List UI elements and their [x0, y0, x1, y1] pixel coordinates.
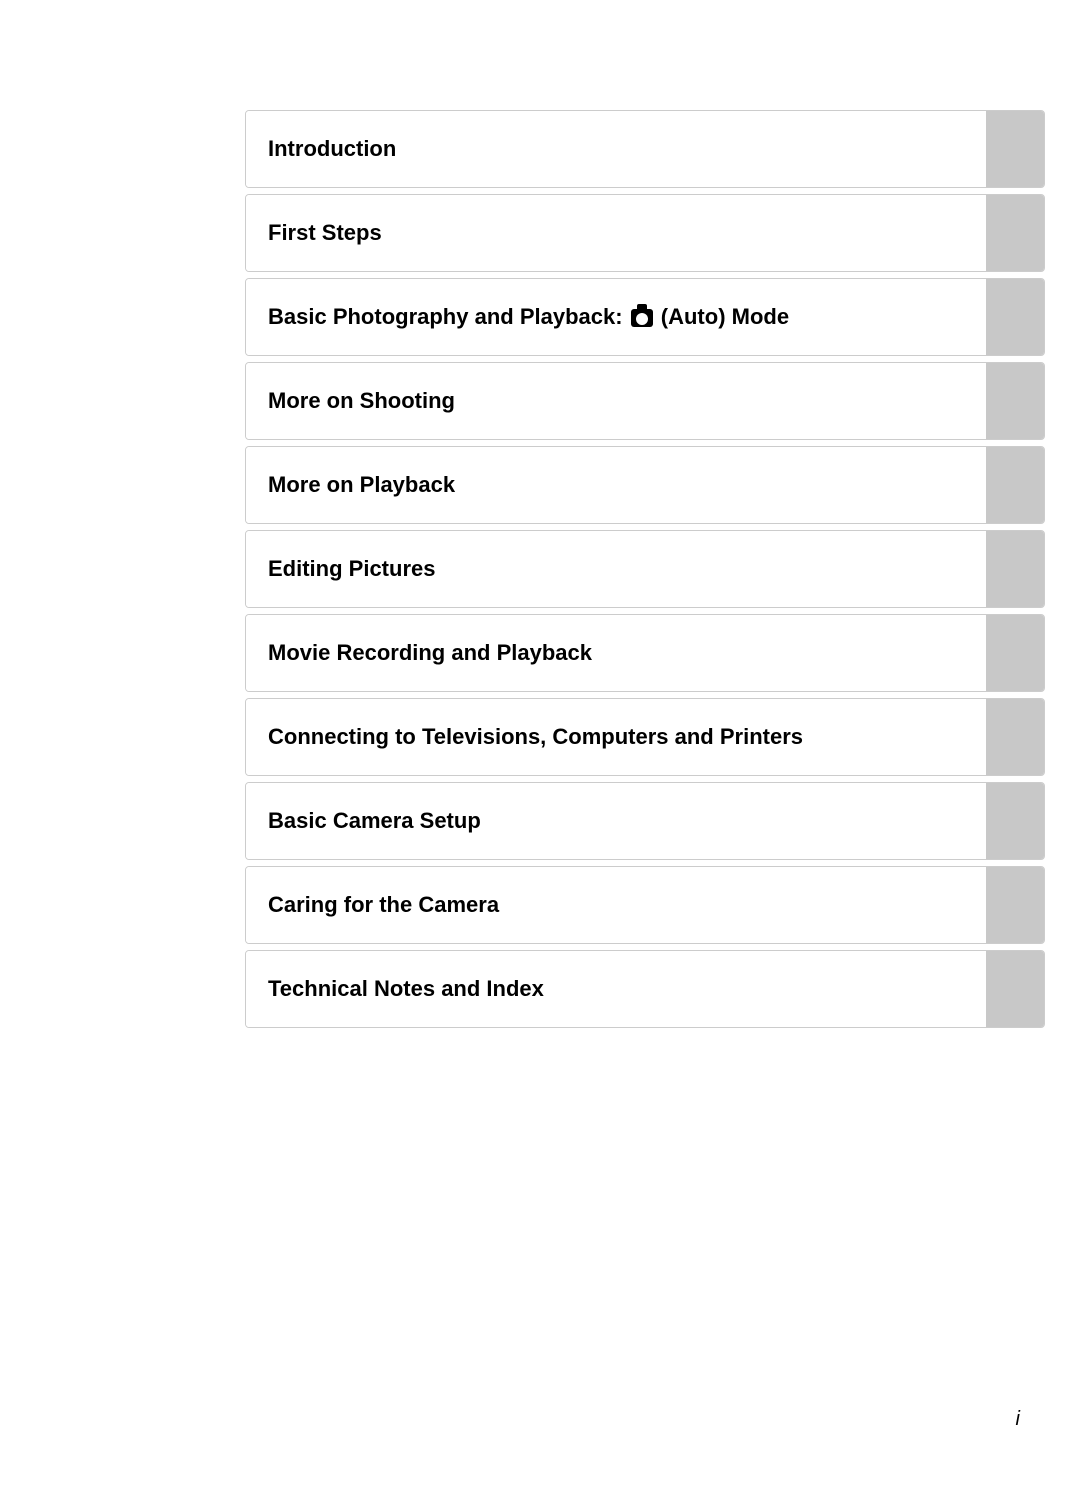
toc-tab-more-on-shooting	[986, 363, 1044, 439]
toc-label-basic-photography: Basic Photography and Playback: (Auto) M…	[246, 279, 986, 355]
toc-text-editing-pictures: Editing Pictures	[268, 555, 435, 584]
toc-item-basic-camera-setup[interactable]: Basic Camera Setup	[245, 782, 1045, 860]
toc-label-first-steps: First Steps	[246, 195, 986, 271]
toc-tab-introduction	[986, 111, 1044, 187]
toc-text-technical-notes: Technical Notes and Index	[268, 975, 544, 1004]
toc-label-basic-camera-setup: Basic Camera Setup	[246, 783, 986, 859]
toc-tab-basic-photography	[986, 279, 1044, 355]
camera-icon	[631, 309, 653, 327]
toc-tab-caring-for-camera	[986, 867, 1044, 943]
toc-label-more-on-playback: More on Playback	[246, 447, 986, 523]
table-of-contents: Introduction First Steps Basic Photograp…	[245, 110, 1045, 1034]
toc-item-movie-recording[interactable]: Movie Recording and Playback	[245, 614, 1045, 692]
toc-tab-technical-notes	[986, 951, 1044, 1027]
toc-text-caring-for-camera: Caring for the Camera	[268, 891, 499, 920]
toc-item-more-on-playback[interactable]: More on Playback	[245, 446, 1045, 524]
toc-item-caring-for-camera[interactable]: Caring for the Camera	[245, 866, 1045, 944]
page-container: Introduction First Steps Basic Photograp…	[0, 0, 1080, 1486]
toc-tab-connecting	[986, 699, 1044, 775]
toc-item-connecting[interactable]: Connecting to Televisions, Computers and…	[245, 698, 1045, 776]
toc-label-connecting: Connecting to Televisions, Computers and…	[246, 699, 986, 775]
toc-item-editing-pictures[interactable]: Editing Pictures	[245, 530, 1045, 608]
toc-label-introduction: Introduction	[246, 111, 986, 187]
toc-label-editing-pictures: Editing Pictures	[246, 531, 986, 607]
toc-item-introduction[interactable]: Introduction	[245, 110, 1045, 188]
toc-label-technical-notes: Technical Notes and Index	[246, 951, 986, 1027]
toc-label-movie-recording: Movie Recording and Playback	[246, 615, 986, 691]
toc-tab-movie-recording	[986, 615, 1044, 691]
toc-label-more-on-shooting: More on Shooting	[246, 363, 986, 439]
toc-text-introduction: Introduction	[268, 135, 396, 164]
toc-text-movie-recording: Movie Recording and Playback	[268, 639, 592, 668]
toc-text-first-steps: First Steps	[268, 219, 382, 248]
toc-tab-more-on-playback	[986, 447, 1044, 523]
toc-text-more-on-playback: More on Playback	[268, 471, 455, 500]
toc-item-technical-notes[interactable]: Technical Notes and Index	[245, 950, 1045, 1028]
toc-tab-first-steps	[986, 195, 1044, 271]
toc-text-basic-photography: Basic Photography and Playback: (Auto) M…	[268, 303, 789, 332]
toc-label-caring-for-camera: Caring for the Camera	[246, 867, 986, 943]
toc-text-more-on-shooting: More on Shooting	[268, 387, 455, 416]
toc-item-basic-photography[interactable]: Basic Photography and Playback: (Auto) M…	[245, 278, 1045, 356]
toc-tab-basic-camera-setup	[986, 783, 1044, 859]
toc-item-first-steps[interactable]: First Steps	[245, 194, 1045, 272]
toc-tab-editing-pictures	[986, 531, 1044, 607]
toc-text-connecting: Connecting to Televisions, Computers and…	[268, 723, 803, 752]
toc-item-more-on-shooting[interactable]: More on Shooting	[245, 362, 1045, 440]
page-number: i	[1016, 1408, 1020, 1431]
toc-text-basic-camera-setup: Basic Camera Setup	[268, 807, 481, 836]
